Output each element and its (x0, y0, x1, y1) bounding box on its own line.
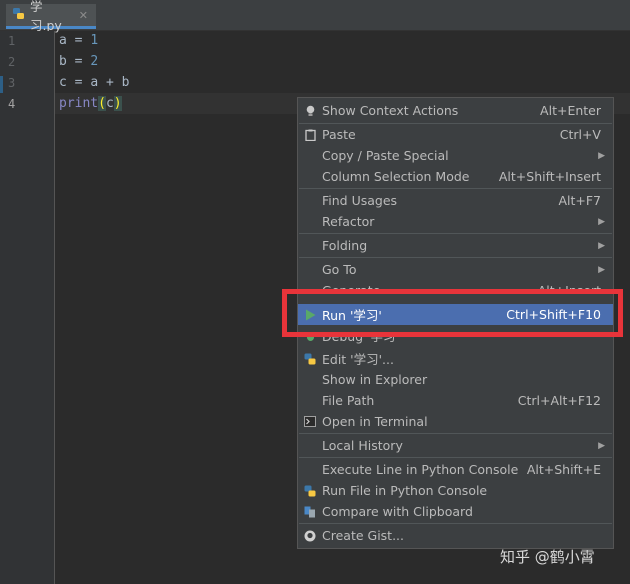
menu-item-local-history[interactable]: Local History ▶ (298, 435, 613, 456)
python-file-icon (12, 7, 25, 23)
menu-separator (299, 257, 612, 258)
submenu-arrow-icon: ▶ (598, 150, 605, 161)
menu-item-show-context-actions[interactable]: Show Context Actions Alt+Enter (298, 100, 613, 121)
menu-item-refactor[interactable]: Refactor ▶ (298, 211, 613, 232)
menu-separator (299, 523, 612, 524)
menu-item-find-usages[interactable]: Find Usages Alt+F7 (298, 190, 613, 211)
menu-item-go-to[interactable]: Go To ▶ (298, 259, 613, 280)
submenu-arrow-icon: ▶ (598, 440, 605, 451)
line-number: 1 (8, 34, 16, 48)
menu-item-open-in-terminal[interactable]: Open in Terminal (298, 411, 613, 432)
menu-item-file-path[interactable]: File Path Ctrl+Alt+F12 (298, 390, 613, 411)
line-number-gutter: 1 2 3 4 (0, 31, 55, 584)
terminal-icon (304, 416, 316, 428)
compare-icon (304, 506, 316, 518)
submenu-arrow-icon: ▶ (598, 264, 605, 275)
menu-item-edit-config[interactable]: Edit '学习'... (298, 348, 613, 369)
menu-separator (299, 188, 612, 189)
submenu-arrow-icon: ▶ (598, 240, 605, 251)
menu-separator (299, 457, 612, 458)
menu-item-create-gist[interactable]: Create Gist... (298, 525, 613, 546)
menu-item-copy-paste-special[interactable]: Copy / Paste Special ▶ (298, 145, 613, 166)
close-icon[interactable]: ✕ (79, 9, 88, 22)
code-line: print(c) (59, 96, 122, 111)
editor-tab[interactable]: 学习.py ✕ (6, 0, 96, 33)
python-icon (304, 353, 316, 365)
code-line: c = a + b (59, 75, 130, 90)
change-marker (0, 76, 3, 93)
code-line: a = 1 (59, 33, 99, 48)
menu-item-run-file-in-console[interactable]: Run File in Python Console (298, 480, 613, 501)
menu-separator (299, 433, 612, 434)
github-icon (304, 530, 316, 542)
menu-item-column-selection-mode[interactable]: Column Selection Mode Alt+Shift+Insert (298, 166, 613, 187)
code-line: b = 2 (59, 54, 99, 69)
menu-separator (299, 233, 612, 234)
line-number: 4 (8, 97, 16, 111)
lightbulb-icon (304, 105, 316, 117)
highlight-annotation-box (282, 289, 623, 337)
menu-item-folding[interactable]: Folding ▶ (298, 235, 613, 256)
python-icon (304, 485, 316, 497)
menu-item-compare-with-clipboard[interactable]: Compare with Clipboard (298, 501, 613, 522)
menu-item-show-in-explorer[interactable]: Show in Explorer (298, 369, 613, 390)
clipboard-icon (304, 129, 316, 141)
menu-item-execute-line[interactable]: Execute Line in Python Console Alt+Shift… (298, 459, 613, 480)
tab-filename: 学习.py (30, 0, 62, 33)
submenu-arrow-icon: ▶ (598, 216, 605, 227)
menu-item-paste[interactable]: Paste Ctrl+V (298, 124, 613, 145)
line-number: 3 (8, 76, 16, 90)
editor-tab-bar: 学习.py ✕ (0, 0, 630, 33)
line-number: 2 (8, 55, 16, 69)
watermark: 知乎 @鹤小霄 (500, 548, 595, 566)
